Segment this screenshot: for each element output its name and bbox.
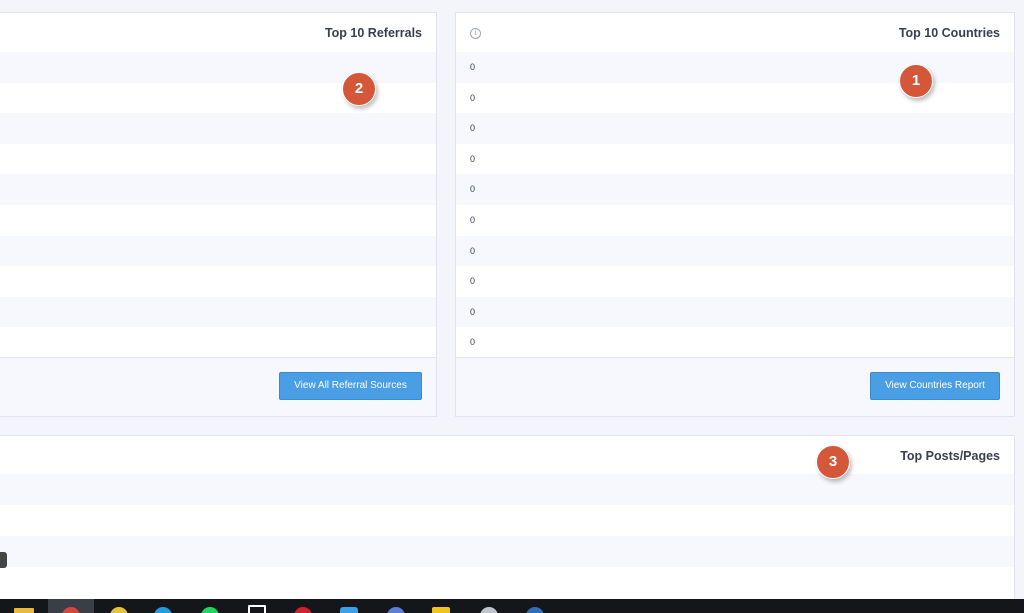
list-item — [0, 296, 436, 328]
opera-icon[interactable] — [294, 607, 312, 613]
store-icon[interactable] — [340, 607, 358, 613]
list-item: 0 — [456, 266, 1014, 297]
list-item: 0 — [456, 205, 1014, 236]
list-item: 0 — [456, 327, 1014, 358]
annotation-badge-3: 3 — [816, 445, 850, 479]
annotation-badge-1: 1 — [899, 64, 933, 98]
country-count: 0 — [470, 184, 476, 195]
country-count: 0 — [470, 214, 476, 225]
spotify-icon[interactable] — [201, 607, 219, 613]
list-item: 0 — [456, 144, 1014, 175]
country-count: 0 — [470, 245, 476, 256]
referrals-footer: View All Referral Sources — [0, 357, 436, 416]
list-item — [0, 205, 436, 236]
list-item: 0 — [456, 235, 1014, 267]
top-posts-title: Top Posts/Pages — [900, 449, 1000, 463]
list-item — [0, 567, 1014, 598]
view-all-referral-sources-button[interactable]: View All Referral Sources — [279, 372, 422, 400]
view-countries-report-button[interactable]: View Countries Report — [870, 372, 1000, 400]
list-item: 0 — [456, 113, 1014, 144]
taskbar — [0, 599, 1024, 613]
top-referrals-title: Top 10 Referrals — [324, 26, 422, 40]
list-item: 0 — [456, 296, 1014, 328]
country-count: 0 — [470, 306, 476, 317]
list-item — [0, 235, 436, 267]
list-item — [0, 113, 436, 144]
top-referrals-panel: Top 10 Referrals View All Referral Sourc… — [0, 12, 437, 417]
country-count: 0 — [470, 62, 476, 72]
list-item — [0, 174, 436, 205]
country-count: 0 — [470, 92, 476, 103]
top-posts-panel: Top Posts/Pages — [0, 435, 1015, 605]
info-icon[interactable]: i — [470, 28, 481, 39]
country-count: 0 — [470, 153, 476, 164]
posts-list — [0, 474, 1014, 598]
window-icon[interactable] — [248, 605, 266, 613]
list-item — [0, 144, 436, 175]
countries-list: 0 0 0 0 0 0 0 0 0 0 — [456, 52, 1014, 358]
folder-icon[interactable] — [432, 607, 450, 613]
side-tab[interactable] — [0, 552, 7, 568]
country-count: 0 — [470, 337, 476, 348]
list-item — [0, 266, 436, 297]
countries-footer: View Countries Report — [456, 357, 1014, 416]
list-item — [0, 536, 1014, 567]
top-countries-title: Top 10 Countries — [898, 26, 1000, 40]
annotation-badge-2: 2 — [342, 72, 376, 106]
dev-tool-icon[interactable] — [387, 607, 405, 613]
chrome-canary-icon[interactable] — [110, 607, 128, 613]
country-count: 0 — [470, 276, 476, 287]
app-icon-2[interactable] — [526, 607, 544, 613]
list-item — [0, 505, 1014, 536]
country-count: 0 — [470, 123, 476, 134]
file-explorer-icon[interactable] — [14, 608, 34, 613]
skype-icon[interactable] — [154, 607, 172, 613]
list-item — [0, 474, 1014, 505]
app-icon[interactable] — [480, 607, 498, 613]
list-item — [0, 327, 436, 358]
list-item: 0 — [456, 174, 1014, 205]
